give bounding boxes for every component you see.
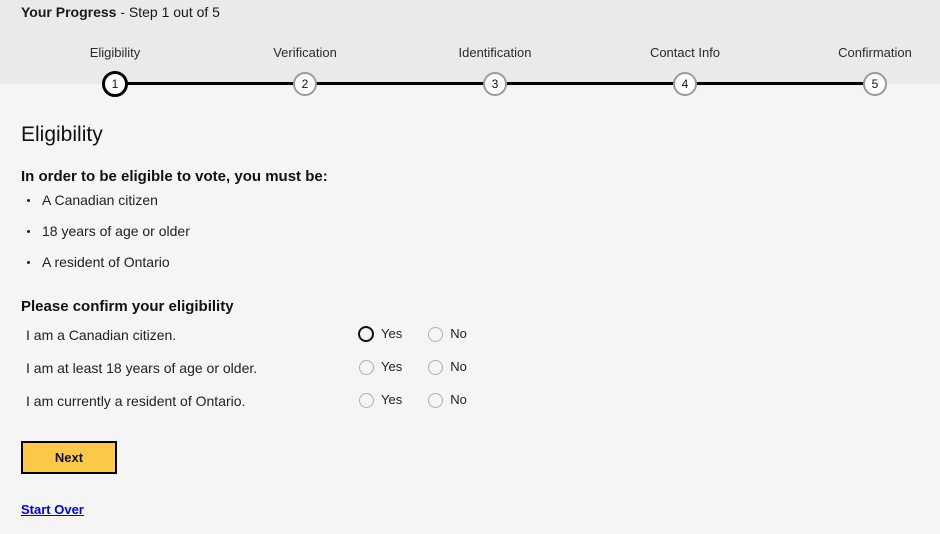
step-label-verification: Verification [273,45,337,60]
next-button[interactable]: Next [21,441,117,474]
radio-label-citizen-no: No [450,326,467,341]
start-over-link[interactable]: Start Over [21,502,84,518]
step-label-wrap-1: Eligibility [15,44,215,62]
list-item: A Canadian citizen [21,192,190,223]
radio-group-age: Yes No [359,359,467,375]
step-label-eligibility: Eligibility [89,45,141,60]
step-label-confirmation: Confirmation [838,45,912,60]
step-circle-5[interactable]: 5 [863,72,887,96]
radio-label-age-no: No [450,359,467,374]
radio-label-citizen-yes: Yes [381,326,403,341]
step-circle-1[interactable]: 1 [102,71,128,97]
radio-label-residency-no: No [450,392,467,407]
list-item: A resident of Ontario [21,254,190,285]
question-text-residency: I am currently a resident of Ontario. [26,393,246,409]
radio-option-age-no[interactable]: No [428,359,467,375]
radio-citizen-no[interactable] [428,326,444,342]
radio-option-residency-yes[interactable]: Yes [359,392,402,408]
radio-option-residency-no[interactable]: No [428,392,467,408]
eligibility-question-row-2: I am at least 18 years of age or older. … [0,359,940,393]
eligibility-question-row-3: I am currently a resident of Ontario. Ye… [0,392,940,426]
eligibility-question-row-1: I am a Canadian citizen. Yes No [0,326,940,360]
step-label-wrap-2: Verification [205,44,405,62]
eligibility-requirements-list: A Canadian citizen 18 years of age or ol… [21,192,190,285]
radio-option-age-yes[interactable]: Yes [359,359,402,375]
step-circle-4[interactable]: 4 [673,72,697,96]
progress-stepper: Eligibility 1 Verification 2 Identificat… [0,0,940,110]
radio-citizen-yes[interactable] [358,326,374,342]
radio-age-yes[interactable] [359,359,374,375]
step-circle-2[interactable]: 2 [293,72,317,96]
radio-residency-no[interactable] [428,392,444,408]
step-label-wrap-3: Identification [395,44,595,62]
radio-option-citizen-no[interactable]: No [428,326,467,342]
radio-label-residency-yes: Yes [381,392,403,407]
radio-option-citizen-yes[interactable]: Yes [358,326,402,342]
radio-age-no[interactable] [428,359,444,375]
radio-residency-yes[interactable] [359,392,374,408]
radio-group-residency: Yes No [359,392,467,408]
radio-label-age-yes: Yes [381,359,403,374]
step-label-identification: Identification [458,45,532,60]
question-text-age: I am at least 18 years of age or older. [26,360,258,376]
page-title: Eligibility [21,123,103,146]
question-text-citizen: I am a Canadian citizen. [26,327,177,343]
step-circle-3[interactable]: 3 [483,72,507,96]
list-item: 18 years of age or older [21,223,190,254]
step-label-wrap-4: Contact Info [585,44,785,62]
radio-group-citizen: Yes No [358,326,467,342]
eligibility-intro-text: In order to be eligible to vote, you mus… [21,168,328,185]
step-label-wrap-5: Confirmation [775,44,940,62]
step-label-contact-info: Contact Info [649,45,721,60]
confirm-eligibility-heading: Please confirm your eligibility [21,298,234,315]
